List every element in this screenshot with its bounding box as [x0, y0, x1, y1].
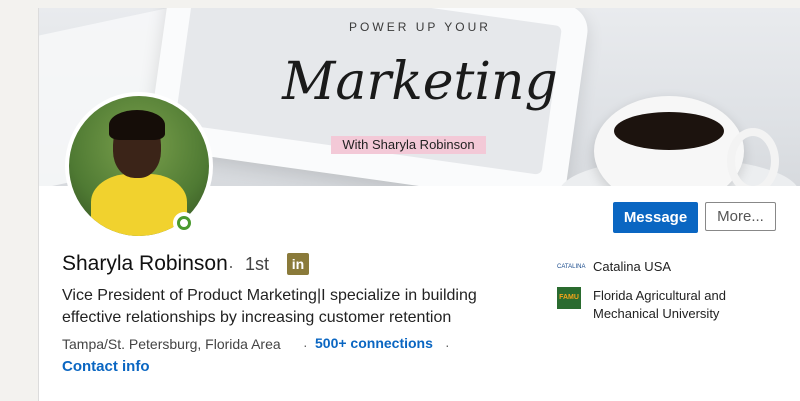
contact-info-link[interactable]: Contact info	[62, 358, 150, 375]
banner-top-text: POWER UP YOUR	[349, 20, 491, 34]
current-company[interactable]: CATALINA Catalina USA	[557, 258, 671, 276]
connection-degree: 1st	[245, 254, 270, 274]
banner-coffee	[614, 112, 724, 150]
profile-location: Tampa/St. Petersburg, Florida Area	[62, 336, 281, 352]
famu-logo-icon: FAMU	[557, 287, 581, 309]
profile-card: POWER UP YOUR Marketing With Sharyla Rob…	[38, 8, 800, 401]
more-button[interactable]: More...	[705, 202, 776, 231]
profile-name: Sharyla Robinson	[62, 252, 228, 275]
connections-separator: ·	[445, 337, 450, 353]
location-separator: ·	[303, 337, 308, 353]
school-name: Florida Agricultural and Mechanical Univ…	[593, 288, 726, 321]
banner-cup-handle	[727, 128, 779, 186]
online-status-icon	[173, 212, 195, 234]
banner-sub-text: With Sharyla Robinson	[331, 136, 486, 154]
message-button[interactable]: Message	[613, 202, 698, 233]
profile-headline: Vice President of Product Marketing|I sp…	[62, 287, 477, 326]
linkedin-premium-icon: in	[287, 253, 309, 275]
connections-link[interactable]: 500+ connections	[315, 335, 433, 351]
education-school[interactable]: FAMU Florida Agricultural and Mechanical…	[557, 287, 753, 323]
catalina-logo-icon: CATALINA	[557, 264, 586, 270]
name-separator: ·	[228, 256, 234, 276]
company-name: Catalina USA	[593, 259, 672, 274]
